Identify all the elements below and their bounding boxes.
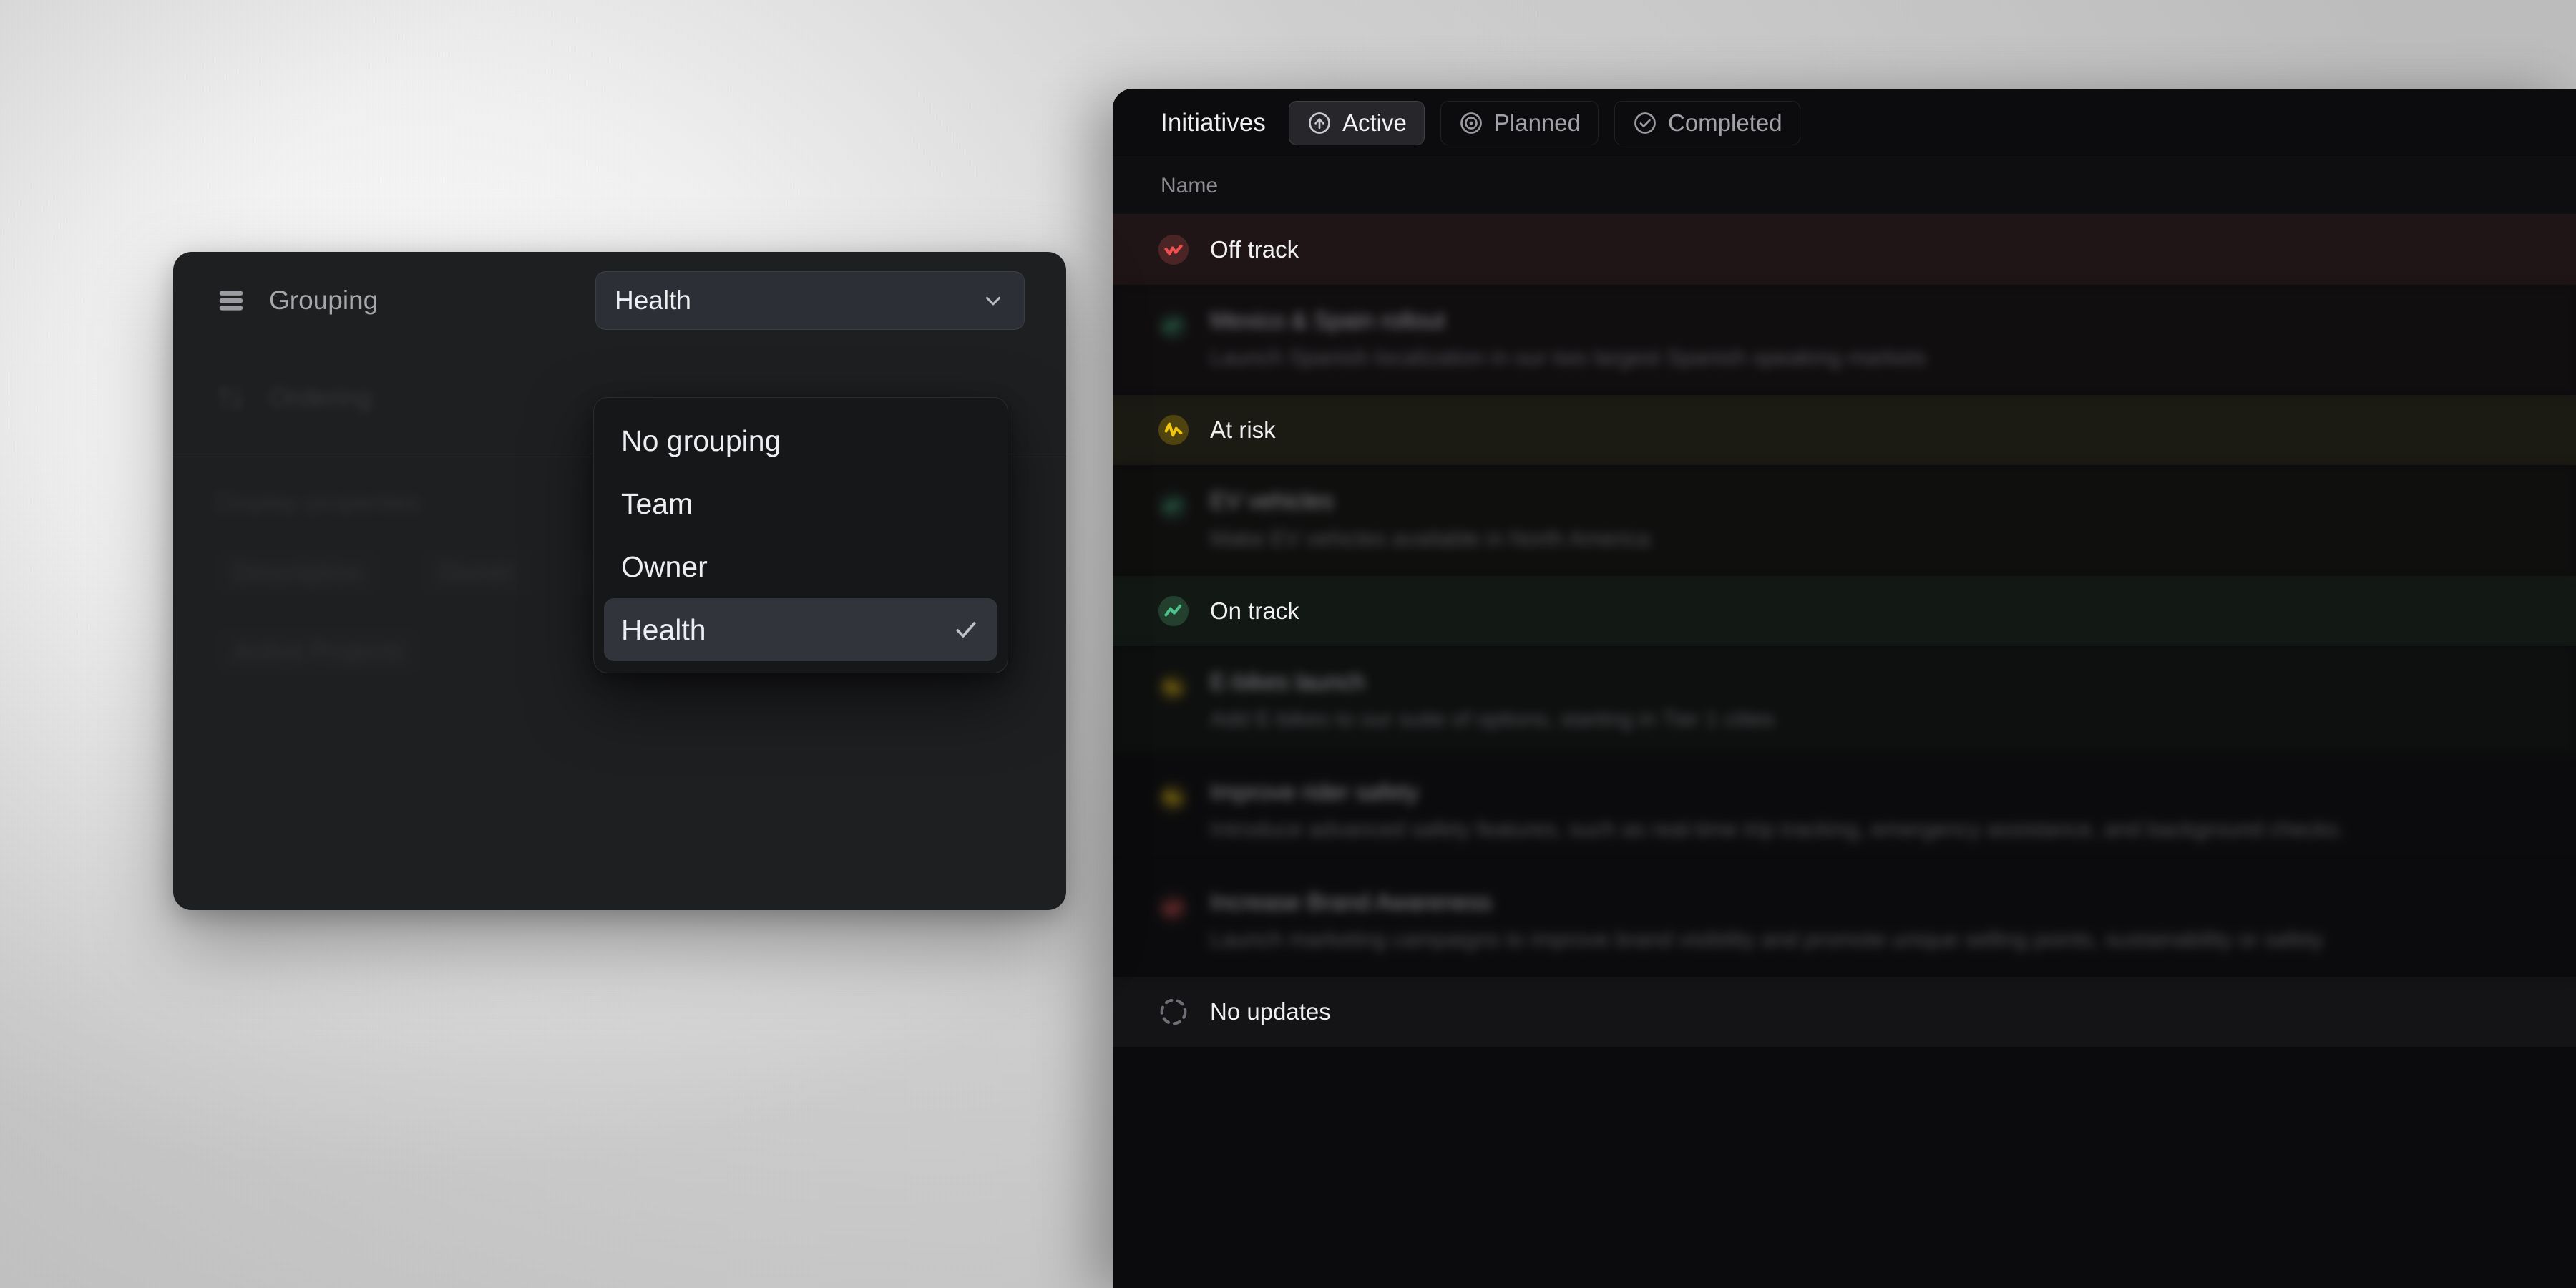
list-item[interactable]: EV vehicles Make EV vehicles available i… bbox=[1113, 465, 2576, 575]
list-item-title: Increase Brand Awareness bbox=[1210, 889, 1492, 915]
chevron-down-icon bbox=[981, 288, 1005, 313]
group-header-at-risk[interactable]: At risk bbox=[1113, 395, 2576, 465]
menu-item-label: Team bbox=[621, 487, 952, 521]
list-item-title: Mexico & Spain rollout bbox=[1210, 307, 1445, 333]
tab-active[interactable]: Active bbox=[1289, 101, 1425, 145]
list-item-title: EV vehicles bbox=[1210, 487, 1333, 514]
menu-item-label: No grouping bbox=[621, 424, 952, 458]
property-chip-active-projects[interactable]: Active Projects bbox=[215, 626, 422, 676]
health-on-track-icon bbox=[1157, 311, 1189, 342]
circle-arrow-up-icon bbox=[1307, 110, 1332, 136]
list-item[interactable]: Increase Brand Awareness Launch marketin… bbox=[1113, 867, 2576, 977]
tab-planned-label: Planned bbox=[1494, 109, 1581, 137]
health-off-track-icon bbox=[1157, 892, 1189, 924]
list-item-title: E-bikes launch bbox=[1210, 668, 1365, 695]
tab-active-label: Active bbox=[1342, 109, 1407, 137]
property-chip-description[interactable]: Description bbox=[215, 547, 381, 597]
group-label: Off track bbox=[1210, 236, 1299, 263]
grouping-select[interactable]: Health bbox=[595, 271, 1025, 330]
menu-item-team[interactable]: Team bbox=[604, 472, 997, 535]
health-off-track-icon bbox=[1157, 233, 1190, 266]
tab-planned[interactable]: Planned bbox=[1440, 101, 1599, 145]
list-item-description: Launch Spanish localization in our two l… bbox=[1210, 342, 1926, 374]
menu-item-label: Owner bbox=[621, 550, 952, 584]
list-item-title: Improve rider safety bbox=[1210, 779, 1419, 805]
tab-completed-label: Completed bbox=[1668, 109, 1782, 137]
list-column-header: Name bbox=[1113, 157, 2576, 215]
menu-item-health[interactable]: Health bbox=[604, 598, 997, 661]
list-item-description: Add E-bikes to our suite of options, sta… bbox=[1210, 703, 1775, 735]
initiatives-toolbar: Initiatives Active Planned bbox=[1113, 89, 2576, 157]
list-item[interactable]: Mexico & Spain rollout Launch Spanish lo… bbox=[1113, 285, 2576, 395]
menu-item-owner[interactable]: Owner bbox=[604, 535, 997, 598]
sort-arrows-icon bbox=[215, 381, 248, 414]
grouping-label: Grouping bbox=[269, 286, 595, 316]
grouping-select-value: Health bbox=[615, 286, 981, 316]
group-label: At risk bbox=[1210, 416, 1276, 444]
grouping-row: Grouping Health bbox=[173, 252, 1066, 349]
group-label: On track bbox=[1210, 597, 1299, 625]
group-header-off-track[interactable]: Off track bbox=[1113, 215, 2576, 285]
group-header-no-updates[interactable]: No updates bbox=[1113, 977, 2576, 1047]
health-at-risk-icon bbox=[1157, 414, 1190, 447]
list-item[interactable]: Improve rider safety Introduce advanced … bbox=[1113, 756, 2576, 867]
grouping-dropdown-menu: No grouping Team Owner Health bbox=[593, 397, 1008, 673]
property-chip-owner[interactable]: Owner bbox=[419, 547, 532, 597]
group-label: No updates bbox=[1210, 998, 1331, 1025]
list-item-description: Make EV vehicles available in North Amer… bbox=[1210, 523, 1650, 555]
menu-item-label: Health bbox=[621, 613, 952, 647]
initiatives-window: Initiatives Active Planned bbox=[1113, 89, 2576, 1288]
list-lines-icon bbox=[215, 284, 248, 317]
list-item[interactable]: E-bikes launch Add E-bikes to our suite … bbox=[1113, 646, 2576, 756]
health-at-risk-icon bbox=[1157, 782, 1189, 814]
check-circle-icon bbox=[1632, 110, 1658, 136]
tab-completed[interactable]: Completed bbox=[1614, 101, 1800, 145]
health-at-risk-icon bbox=[1157, 672, 1189, 703]
page-title: Initiatives bbox=[1161, 109, 1266, 137]
column-header-name: Name bbox=[1161, 174, 1218, 198]
check-icon bbox=[952, 615, 980, 644]
health-on-track-icon bbox=[1157, 595, 1190, 628]
health-on-track-icon bbox=[1157, 491, 1189, 522]
list-item-description: Introduce advanced safety features, such… bbox=[1210, 814, 2344, 845]
dashed-circle-icon bbox=[1157, 995, 1190, 1028]
menu-item-no-grouping[interactable]: No grouping bbox=[604, 409, 997, 472]
list-item-description: Launch marketing campaigns to improve br… bbox=[1210, 924, 2323, 955]
target-icon bbox=[1458, 110, 1484, 136]
group-header-on-track[interactable]: On track bbox=[1113, 576, 2576, 646]
